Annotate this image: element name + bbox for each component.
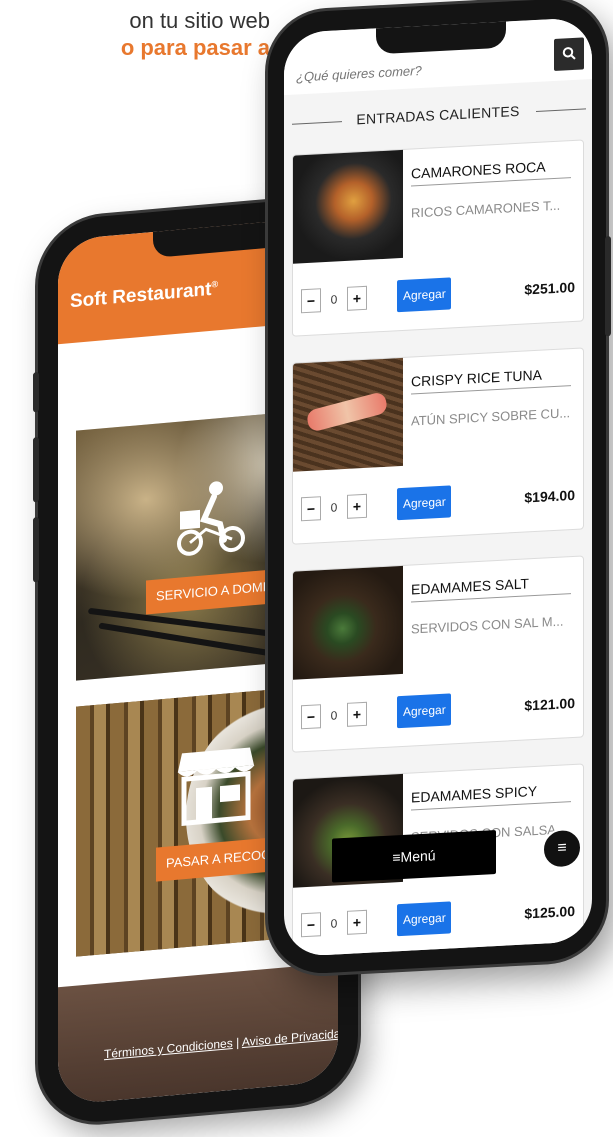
increment-button[interactable]: + (347, 285, 367, 311)
increment-button[interactable]: + (347, 909, 367, 935)
item-name: EDAMAMES SPICY (411, 782, 538, 806)
item-description: SERVIDOS CON SAL M... (411, 613, 564, 637)
decrement-button[interactable]: − (301, 912, 321, 938)
footer-separator: | (236, 1035, 240, 1050)
promo-line-1: on tu sitio web (129, 8, 270, 33)
item-photo (293, 149, 403, 264)
quantity-value: 0 (330, 292, 338, 307)
promo-text: on tu sitio web o para pasar a (0, 8, 270, 62)
right-phone: ENTRADAS CALIENTES CAMARONES ROCA RICOS … (268, 0, 611, 976)
quantity-value: 0 (330, 916, 338, 931)
promo-line-2: o para pasar a (120, 35, 270, 60)
storefront-icon (177, 747, 255, 826)
quantity-value: 0 (330, 708, 338, 723)
add-to-cart-button[interactable]: Agregar (397, 485, 451, 521)
title-rule (292, 121, 342, 125)
item-name: CAMARONES ROCA (411, 158, 546, 182)
mute-switch (33, 371, 39, 413)
soft-restaurant-logo[interactable]: Soft Restaurant® (70, 278, 218, 313)
item-description: ATÚN SPICY SOBRE CU... (411, 405, 571, 429)
menu-button[interactable]: ≡Menú (332, 830, 496, 883)
menu-item-card[interactable]: EDAMAMES SALT SERVIDOS CON SAL M... − 0 … (292, 555, 584, 753)
item-price: $194.00 (524, 486, 575, 506)
hamburger-icon: ≡ (557, 839, 567, 857)
quantity-stepper: − 0 + (301, 285, 367, 314)
quantity-stepper: − 0 + (301, 909, 367, 938)
search-input[interactable] (294, 56, 518, 86)
chopstick (87, 607, 295, 640)
search-button[interactable] (554, 37, 584, 72)
menu-item-card[interactable]: CRISPY RICE TUNA ATÚN SPICY SOBRE CU... … (292, 347, 584, 545)
decrement-button[interactable]: − (301, 704, 321, 730)
footer-links: Términos y Condiciones | Aviso de Privac… (104, 1026, 338, 1061)
decrement-button[interactable]: − (301, 496, 321, 522)
privacy-link[interactable]: Aviso de Privacidad (242, 1026, 338, 1049)
power-button (605, 236, 611, 337)
increment-button[interactable]: + (347, 493, 367, 519)
item-photo (293, 357, 403, 472)
delivery-bike-icon (177, 481, 245, 556)
right-screen: ENTRADAS CALIENTES CAMARONES ROCA RICOS … (284, 17, 592, 958)
search-icon (562, 46, 576, 60)
app-footer: Términos y Condiciones | Aviso de Privac… (58, 962, 338, 1106)
terms-link[interactable]: Términos y Condiciones (104, 1036, 233, 1061)
item-photo (293, 565, 403, 680)
add-to-cart-button[interactable]: Agregar (397, 901, 451, 937)
title-rule (536, 108, 586, 112)
quantity-value: 0 (330, 500, 338, 515)
volume-up-button (33, 436, 39, 503)
section-title-text: ENTRADAS CALIENTES (356, 102, 520, 128)
quantity-stepper: − 0 + (301, 701, 367, 730)
menu-item-card[interactable]: CAMARONES ROCA RICOS CAMARONES T... − 0 … (292, 139, 584, 337)
item-price: $251.00 (524, 278, 575, 298)
item-name: EDAMAMES SALT (411, 575, 529, 598)
quantity-stepper: − 0 + (301, 493, 367, 522)
section-title: ENTRADAS CALIENTES (284, 99, 592, 131)
chopstick (98, 622, 294, 660)
decrement-button[interactable]: − (301, 288, 321, 314)
increment-button[interactable]: + (347, 701, 367, 727)
item-price: $121.00 (524, 694, 575, 714)
volume-down-button (33, 516, 39, 583)
item-description: RICOS CAMARONES T... (411, 197, 561, 221)
add-to-cart-button[interactable]: Agregar (397, 277, 451, 313)
item-name: CRISPY RICE TUNA (411, 366, 542, 390)
add-to-cart-button[interactable]: Agregar (397, 693, 451, 729)
item-price: $125.00 (524, 902, 575, 922)
